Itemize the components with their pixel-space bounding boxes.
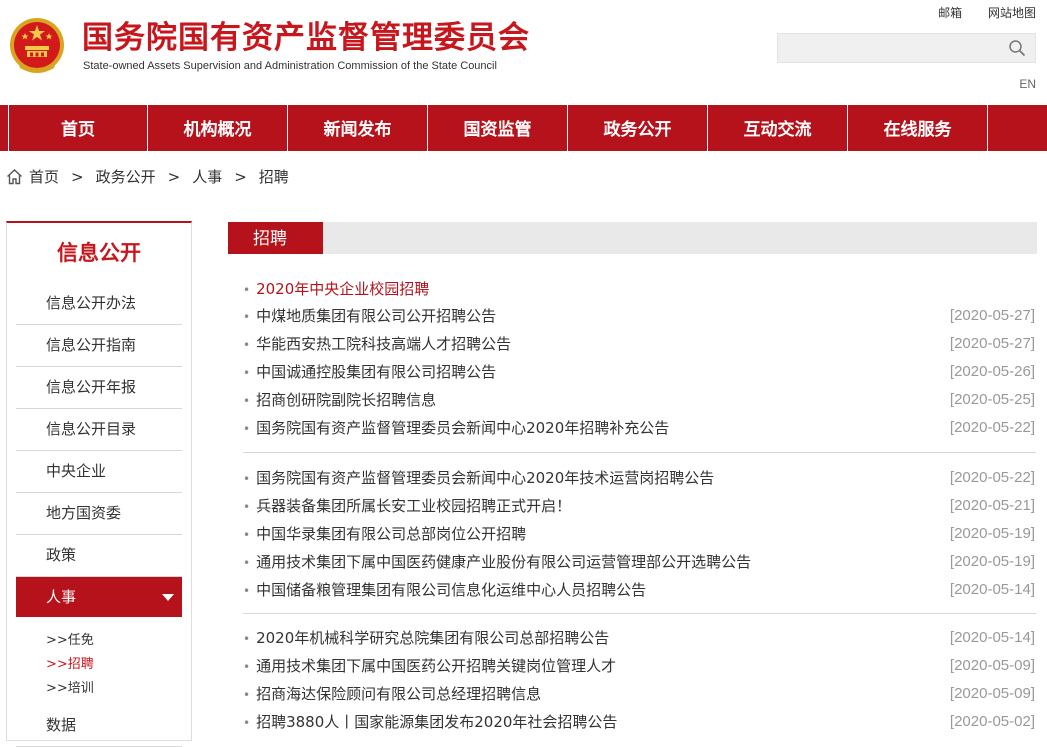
list-item[interactable]: 华能西安热工院科技高端人才招聘公告 [2020-05-27] [243,330,1035,358]
sidebar: 信息公开 信息公开办法 信息公开指南 信息公开年报 信息公开目录 中央企业 地方… [6,221,192,747]
site-title[interactable]: 国务院国有资产监督管理委员会 [82,18,530,58]
sidebar-list: 信息公开办法 信息公开指南 信息公开年报 信息公开目录 中央企业 地方国资委 政… [16,283,182,747]
nav-item-supervision[interactable]: 国资监管 [428,105,568,151]
list-item[interactable]: 中煤地质集团有限公司公开招聘公告 [2020-05-27] [243,302,1035,330]
list-item[interactable]: 招商海达保险顾问有限公司总经理招聘信息 [2020-05-09] [243,680,1035,708]
search-input[interactable] [778,34,1014,62]
list-item-date: [2020-05-14] [949,581,1035,598]
featured-link[interactable]: 2020年中央企业校园招聘 [243,278,429,299]
sidebar-item-policy[interactable]: 政策 [16,535,182,577]
list-item[interactable]: 中国诚通控股集团有限公司招聘公告 [2020-05-26] [243,358,1035,386]
list-group-3: 2020年机械科学研究总院集团有限公司总部招聘公告 [2020-05-14] 通用… [243,624,1035,736]
list-item-title[interactable]: 国务院国有资产监督管理委员会新闻中心2020年招聘补充公告 [243,414,669,442]
nav-item-about[interactable]: 机构概况 [148,105,288,151]
list-item-title[interactable]: 招聘3880人丨国家能源集团发布2020年社会招聘公告 [243,708,617,736]
list-item[interactable]: 通用技术集团下属中国医药公开招聘关键岗位管理人才 [2020-05-09] [243,652,1035,680]
nav-item-public-affairs[interactable]: 政务公开 [568,105,708,151]
breadcrumb-home[interactable]: 首页 [29,166,59,187]
breadcrumb: 首页 > 政务公开 > 人事 > 招聘 [6,166,289,187]
list-item-date: [2020-05-09] [949,685,1035,702]
list-item-date: [2020-05-02] [949,713,1035,730]
sidebar-item-central-enterprises[interactable]: 中央企业 [16,451,182,493]
sidebar-subitem-recruitment[interactable]: >>招聘 [46,653,182,677]
list-item-title[interactable]: 通用技术集团下属中国医药公开招聘关键岗位管理人才 [243,652,616,680]
breadcrumb-recruitment[interactable]: 招聘 [259,166,289,187]
list-item-date: [2020-05-19] [949,553,1035,570]
breadcrumb-separator: > [234,167,247,186]
sidebar-item-label: 人事 [46,588,77,606]
sidebar-item-annual-report[interactable]: 信息公开年报 [16,367,182,409]
list-item[interactable]: 国务院国有资产监督管理委员会新闻中心2020年技术运营岗招聘公告 [2020-05… [243,464,1035,492]
sidebar-item-local-sasac[interactable]: 地方国资委 [16,493,182,535]
list-item-title[interactable]: 招商创研院副院长招聘信息 [243,386,436,414]
sidebar-subitem-training[interactable]: >>培训 [46,677,182,701]
list-item-date: [2020-05-22] [949,469,1035,486]
list-item-date: [2020-05-14] [949,629,1035,646]
home-icon [7,169,22,185]
list-item[interactable]: 国务院国有资产监督管理委员会新闻中心2020年招聘补充公告 [2020-05-22… [243,414,1035,442]
mailbox-link[interactable]: 邮箱 [938,6,962,20]
list-item[interactable]: 通用技术集团下属中国医药健康产业股份有限公司运营管理部公开选聘公告 [2020-0… [243,548,1035,576]
list-item-title[interactable]: 招商海达保险顾问有限公司总经理招聘信息 [243,680,541,708]
list-item-title[interactable]: 华能西安热工院科技高端人才招聘公告 [243,330,511,358]
breadcrumb-public-affairs[interactable]: 政务公开 [96,166,156,187]
list-item[interactable]: 中国储备粮管理集团有限公司信息化运维中心人员招聘公告 [2020-05-14] [243,576,1035,604]
list-item-title[interactable]: 国务院国有资产监督管理委员会新闻中心2020年技术运营岗招聘公告 [243,464,714,492]
national-emblem-icon[interactable] [8,16,66,76]
list-item-date: [2020-05-21] [949,497,1035,514]
site-subtitle: State-owned Assets Supervision and Admin… [83,60,497,72]
list-group-1: 中煤地质集团有限公司公开招聘公告 [2020-05-27] 华能西安热工院科技高端… [243,302,1035,442]
language-switch-link[interactable]: EN [1019,77,1036,91]
list-divider [243,452,1036,453]
list-item-title[interactable]: 兵器装备集团所属长安工业校园招聘正式开启！ [243,492,571,520]
list-item[interactable]: 招聘3880人丨国家能源集团发布2020年社会招聘公告 [2020-05-02] [243,708,1035,736]
list-item-date: [2020-05-25] [949,391,1035,408]
sidebar-item-disclosure-guide[interactable]: 信息公开指南 [16,325,182,367]
top-links: 邮箱 网站地图 [916,4,1036,21]
caret-down-icon [162,594,174,601]
section-header: 招聘 [228,222,1037,254]
list-item[interactable]: 兵器装备集团所属长安工业校园招聘正式开启！ [2020-05-21] [243,492,1035,520]
list-item-title[interactable]: 2020年机械科学研究总院集团有限公司总部招聘公告 [243,624,609,652]
list-item-date: [2020-05-19] [949,525,1035,542]
breadcrumb-separator: > [71,167,84,186]
main-content: 招聘 2020年中央企业校园招聘 中煤地质集团有限公司公开招聘公告 [2020-0… [228,222,1037,731]
list-group-2: 国务院国有资产监督管理委员会新闻中心2020年技术运营岗招聘公告 [2020-05… [243,464,1035,604]
list-item-date: [2020-05-09] [949,657,1035,674]
list-item-title[interactable]: 中国华录集团有限公司总部岗位公开招聘 [243,520,526,548]
sidebar-title: 信息公开 [57,241,141,265]
nav-item-home[interactable]: 首页 [8,105,148,151]
list-item-title[interactable]: 通用技术集团下属中国医药健康产业股份有限公司运营管理部公开选聘公告 [243,548,751,576]
list-item-date: [2020-05-27] [949,335,1035,352]
list-item-date: [2020-05-22] [949,419,1035,436]
list-item[interactable]: 中国华录集团有限公司总部岗位公开招聘 [2020-05-19] [243,520,1035,548]
sitemap-link[interactable]: 网站地图 [988,6,1036,20]
sidebar-subitem-appointments[interactable]: >>任免 [46,629,182,653]
list-divider [243,613,1036,614]
section-tab: 招聘 [228,222,323,254]
sidebar-item-data[interactable]: 数据 [16,705,182,747]
sidebar-item-personnel[interactable]: 人事 [16,577,182,617]
sidebar-item-catalog[interactable]: 信息公开目录 [16,409,182,451]
list-item-title[interactable]: 中煤地质集团有限公司公开招聘公告 [243,302,496,330]
list-item-date: [2020-05-27] [949,307,1035,324]
list-item-title[interactable]: 中国诚通控股集团有限公司招聘公告 [243,358,496,386]
list-item[interactable]: 招商创研院副院长招聘信息 [2020-05-25] [243,386,1035,414]
list-item[interactable]: 2020年机械科学研究总院集团有限公司总部招聘公告 [2020-05-14] [243,624,1035,652]
list-item-title[interactable]: 中国储备粮管理集团有限公司信息化运维中心人员招聘公告 [243,576,646,604]
sidebar-submenu: >>任免 >>招聘 >>培训 [16,617,182,705]
nav-item-news[interactable]: 新闻发布 [288,105,428,151]
search-box [777,33,1036,63]
nav-item-online-services[interactable]: 在线服务 [848,105,988,151]
sidebar-item-disclosure-measures[interactable]: 信息公开办法 [16,283,182,325]
search-icon[interactable] [1008,39,1026,57]
list-item-date: [2020-05-26] [949,363,1035,380]
main-nav: 首页 机构概况 新闻发布 国资监管 政务公开 互动交流 在线服务 [0,105,1047,151]
breadcrumb-separator: > [167,167,181,186]
nav-item-interaction[interactable]: 互动交流 [708,105,848,151]
breadcrumb-personnel[interactable]: 人事 [192,166,222,187]
site-header: 国务院国有资产监督管理委员会 State-owned Assets Superv… [0,0,1047,105]
